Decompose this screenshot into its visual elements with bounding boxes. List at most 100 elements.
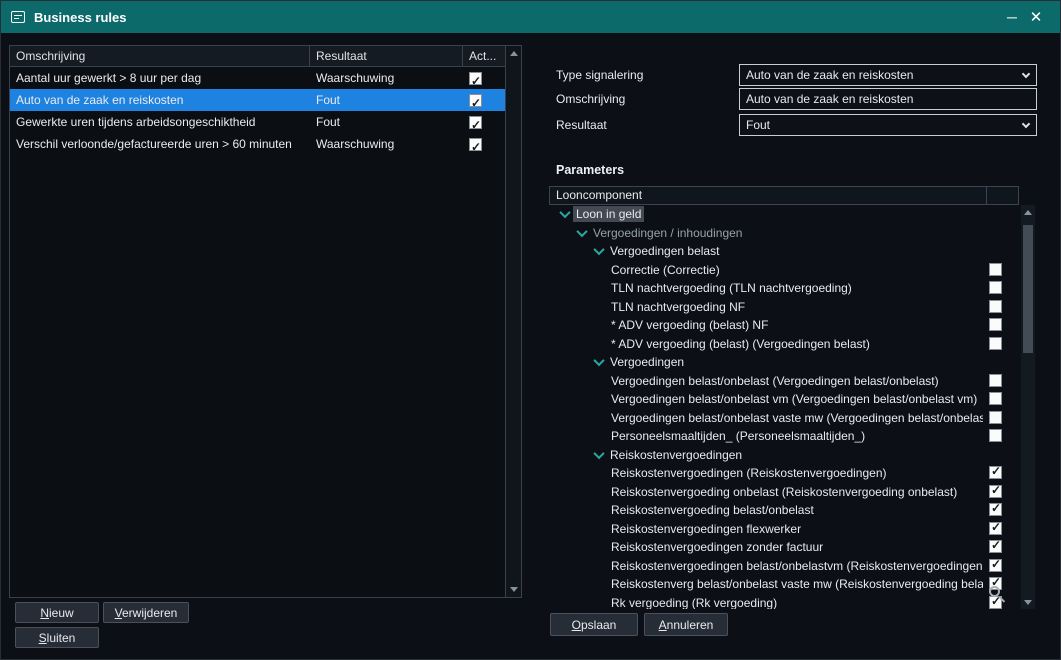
window-title: Business rules [34,10,1000,25]
tree-item[interactable]: TLN nachtvergoeding NF [549,298,1019,317]
omschrijving-label: Omschrijving [556,88,625,110]
component-checkbox[interactable] [989,263,1002,276]
scroll-down-icon [510,587,518,592]
component-checkbox[interactable] [989,522,1002,535]
app-icon [11,11,25,23]
tree-item[interactable]: * ADV vergoeding (belast) (Vergoedingen … [549,335,1019,354]
tree-item[interactable]: Loon in geld [549,205,1019,224]
chevron-down-icon[interactable] [557,206,573,222]
table-row[interactable]: Gewerkte uren tijdens arbeidsongeschikth… [10,111,505,133]
component-checkbox[interactable] [989,337,1002,350]
close-icon[interactable]: ✕ [1024,8,1048,26]
tree-item[interactable]: Correctie (Correctie) [549,261,1019,280]
chevron-down-icon[interactable] [591,447,607,463]
column-header-omschrijving[interactable]: Omschrijving [10,46,310,66]
sluiten-button[interactable]: Sluiten [15,627,99,648]
cell-omschrijving: Gewerkte uren tijdens arbeidsongeschikth… [10,111,310,133]
component-checkbox[interactable] [989,559,1002,572]
checkbox-column-header[interactable] [987,187,1018,204]
actief-checkbox[interactable] [469,72,482,85]
tree-item[interactable]: Vergoedingen belast/onbelast (Vergoeding… [549,372,1019,391]
component-checkbox[interactable] [989,392,1002,405]
tree-item[interactable]: Reiskostenvergoedingen (Reiskostenvergoe… [549,464,1019,483]
component-checkbox[interactable] [989,466,1002,479]
table-row[interactable]: Aantal uur gewerkt > 8 uur per dagWaarsc… [10,67,505,89]
table-row[interactable]: Auto van de zaak en reiskostenFout [10,89,505,111]
opslaan-button[interactable]: Opslaan [550,613,638,636]
tree-item[interactable]: Personeelsmaaltijden_ (Personeelsmaaltij… [549,427,1019,446]
tree-scroll-up-button[interactable] [1021,205,1035,219]
tree-scroll-down-button[interactable] [1021,595,1035,609]
tree-item-label: Reiskostenvergoeding onbelast (Reiskoste… [608,484,960,500]
cell-resultaat: Waarschuwing [310,67,463,89]
tree-item-label: Vergoedingen / inhoudingen [590,225,745,241]
component-checkbox[interactable] [989,540,1002,553]
tree-item[interactable]: TLN nachtvergoeding (TLN nachtvergoeding… [549,279,1019,298]
component-checkbox[interactable] [989,281,1002,294]
cell-omschrijving: Auto van de zaak en reiskosten [10,89,310,111]
component-checkbox[interactable] [989,300,1002,313]
type-signalering-value: Auto van de zaak en reiskosten [746,68,913,82]
cell-actief [463,89,505,111]
tree-item-label: Reiskostenvergoedingen (Reiskostenvergoe… [608,465,890,481]
looncomponent-column-header[interactable]: Looncomponent [550,187,987,204]
component-checkbox[interactable] [989,411,1002,424]
rules-table-main: Omschrijving Resultaat Act... Aantal uur… [10,46,505,597]
tree-item[interactable]: Reiskostenvergoeding onbelast (Reiskoste… [549,483,1019,502]
resultaat-value: Fout [746,118,770,132]
omschrijving-input[interactable] [739,88,1037,110]
actief-checkbox[interactable] [469,138,482,151]
component-checkbox[interactable] [989,429,1002,442]
table-row[interactable]: Verschil verloonde/gefactureerde uren > … [10,133,505,155]
tree-item[interactable]: Reiskostenvergoedingen flexwerker [549,520,1019,539]
column-header-resultaat[interactable]: Resultaat [310,46,463,66]
tree-item[interactable]: Reiskostenverg belast/onbelast vaste mw … [549,575,1019,594]
cell-omschrijving: Verschil verloonde/gefactureerde uren > … [10,133,310,155]
tree-item[interactable]: Reiskostenvergoedingen belast/onbelastvm… [549,557,1019,576]
scroll-up-icon [510,51,518,56]
annuleren-button[interactable]: Annuleren [644,613,728,636]
annuleren-button-label: Annuleren [659,618,714,632]
resultaat-select[interactable]: Fout [739,114,1037,136]
chevron-down-icon[interactable] [574,225,590,241]
column-header-actief[interactable]: Act... [463,46,505,66]
cell-resultaat: Waarschuwing [310,133,463,155]
tree-item[interactable]: Vergoedingen [549,353,1019,372]
titlebar: Business rules ─ ✕ [1,1,1060,33]
parameters-tree-scrollbar[interactable] [1021,205,1035,609]
tree-item[interactable]: Vergoedingen belast/onbelast vm (Vergoed… [549,390,1019,409]
scroll-down-button[interactable] [506,582,521,597]
tree-item-label: Vergoedingen belast/onbelast (Vergoeding… [608,373,942,389]
parameters-tree-header: Looncomponent [549,186,1019,205]
tree-item[interactable]: Vergoedingen belast [549,242,1019,261]
verwijderen-button[interactable]: Verwijderen [103,602,189,623]
component-checkbox[interactable] [989,374,1002,387]
actief-checkbox[interactable] [469,94,482,107]
tree-item[interactable]: Vergoedingen belast/onbelast vaste mw (V… [549,409,1019,428]
scroll-up-icon [1024,210,1032,215]
type-signalering-select[interactable]: Auto van de zaak en reiskosten [739,64,1037,86]
tree-item-label: Vergoedingen belast/onbelast vm (Vergoed… [608,391,980,407]
tree-item[interactable]: Reiskostenvergoedingen [549,446,1019,465]
chevron-down-icon[interactable] [591,354,607,370]
component-checkbox[interactable] [989,485,1002,498]
actief-checkbox[interactable] [469,116,482,129]
chevron-down-icon [1022,120,1030,128]
chevron-down-icon[interactable] [591,243,607,259]
tree-item-label: Reiskostenvergoedingen flexwerker [608,521,804,537]
tree-item[interactable]: Reiskostenvergoeding belast/onbelast [549,501,1019,520]
search-icon[interactable] [989,586,1000,597]
nieuw-button[interactable]: Nieuw [15,602,99,623]
tree-item[interactable]: Reiskostenvergoedingen zonder factuur [549,538,1019,557]
rules-scrollbar[interactable] [505,46,521,597]
tree-item[interactable]: Rk vergoeding (Rk vergoeding) [549,594,1019,610]
scroll-up-button[interactable] [506,46,521,61]
tree-item-label: Vergoedingen belast [607,243,722,259]
component-checkbox[interactable] [989,503,1002,516]
tree-item[interactable]: * ADV vergoeding (belast) NF [549,316,1019,335]
tree-scrollbar-thumb[interactable] [1023,225,1033,353]
minimize-icon[interactable]: ─ [1000,9,1024,25]
opslaan-button-label: Opslaan [572,618,617,632]
component-checkbox[interactable] [989,318,1002,331]
tree-item[interactable]: Vergoedingen / inhoudingen [549,224,1019,243]
